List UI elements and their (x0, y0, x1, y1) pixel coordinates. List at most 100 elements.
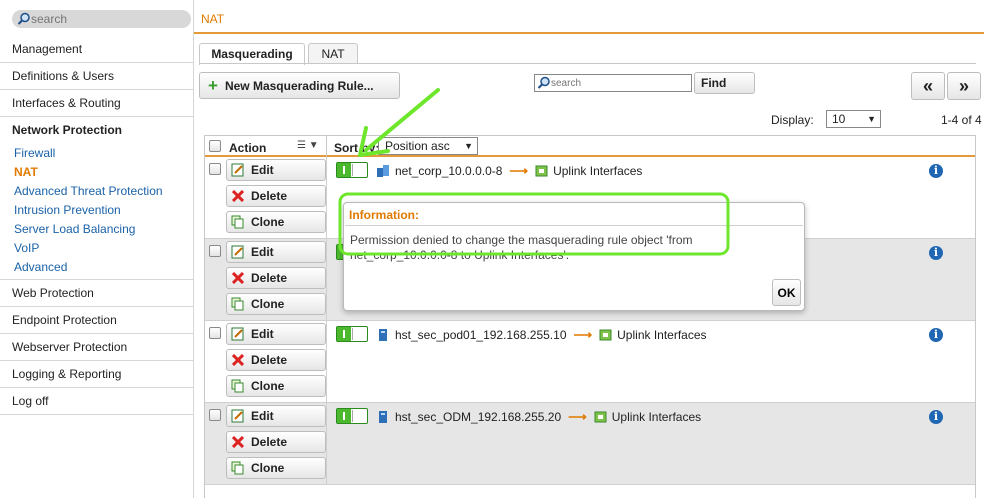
row-checkbox[interactable] (209, 245, 221, 257)
arrow-right-icon: ⟶ (573, 327, 593, 342)
info-icon[interactable]: i (929, 246, 943, 260)
uplink-interfaces-icon (594, 411, 607, 423)
edit-button[interactable]: Edit (226, 323, 326, 345)
rule-interface: Uplink Interfaces (611, 410, 702, 424)
sidebar-subitem-advanced-threat-protection[interactable]: Advanced Threat Protection (0, 182, 194, 201)
arrow-right-icon: ⟶ (568, 409, 587, 424)
clone-button[interactable]: Clone (226, 293, 326, 315)
rule-description: hst_sec_pod01_192.168.255.10 ⟶ Uplink In… (376, 327, 707, 343)
sidebar-item-webserver-protection[interactable]: Webserver Protection (0, 334, 194, 361)
popup-message: Permission denied to change the masquera… (350, 233, 693, 262)
rule-enable-toggle[interactable] (336, 162, 368, 178)
delete-button[interactable]: Delete (226, 349, 326, 371)
row-divider (326, 403, 327, 484)
sidebar-item-logging-reporting[interactable]: Logging & Reporting (0, 361, 194, 388)
edit-button[interactable]: Edit (226, 159, 326, 181)
edit-button[interactable]: Edit (226, 241, 326, 263)
rule-interface: Uplink Interfaces (617, 328, 707, 342)
edit-label: Edit (251, 327, 274, 341)
delete-label: Delete (251, 435, 288, 449)
sidebar-search-input[interactable] (31, 11, 181, 26)
clone-button[interactable]: Clone (226, 211, 326, 233)
rule-network: hst_sec_ODM_192.168.255.20 (395, 410, 562, 424)
rule-search-box[interactable] (534, 74, 692, 92)
delete-label: Delete (251, 271, 288, 285)
table-row: Edit Delete Clone hst_sec_pod01_192.168.… (205, 321, 975, 403)
sidebar-search[interactable] (12, 10, 191, 28)
rule-search-input[interactable] (551, 76, 689, 90)
sidebar-item-definitions-users[interactable]: Definitions & Users (0, 63, 194, 90)
tab-masquerading[interactable]: Masquerading (199, 43, 305, 65)
table-row: Edit Delete Clone hst_sec_ODM_192.168.25… (205, 403, 975, 485)
new-rule-label: New Masquerading Rule... (224, 78, 374, 93)
sidebar-item-network-protection[interactable]: Network Protection (0, 117, 194, 144)
delete-button[interactable]: Delete (226, 185, 326, 207)
clone-button[interactable]: Clone (226, 457, 326, 479)
edit-icon (231, 245, 245, 259)
sidebar: Management Definitions & Users Interface… (0, 0, 194, 498)
action-column-header: Action (229, 141, 267, 155)
delete-icon (231, 271, 245, 285)
delete-icon (231, 435, 245, 449)
sidebar-item-management[interactable]: Management (0, 36, 194, 63)
sidebar-item-endpoint-protection[interactable]: Endpoint Protection (0, 307, 194, 334)
rule-interface: Uplink Interfaces (553, 164, 643, 178)
plus-icon: + (208, 75, 218, 95)
info-icon[interactable]: i (929, 410, 943, 424)
sidebar-subitem-advanced[interactable]: Advanced (0, 258, 194, 277)
new-masquerading-rule-button[interactable]: + New Masquerading Rule... (199, 72, 400, 99)
display-count-value: 10 (832, 112, 846, 126)
delete-button[interactable]: Delete (226, 431, 326, 453)
page-title: NAT (201, 12, 225, 26)
sidebar-item-log-off[interactable]: Log off (0, 388, 194, 415)
popup-title: Information: (349, 208, 419, 222)
row-checkbox[interactable] (209, 163, 221, 175)
rule-enable-toggle[interactable] (336, 326, 368, 342)
next-page-button[interactable]: » (947, 72, 981, 100)
display-count-select[interactable]: 10 ▼ (826, 110, 881, 128)
delete-icon (231, 353, 245, 367)
sidebar-group-network-protection: Network Protection Firewall NAT Advanced… (0, 117, 194, 280)
network-icon (377, 165, 389, 177)
row-divider (326, 157, 327, 238)
ok-button[interactable]: OK (772, 279, 801, 306)
clone-label: Clone (251, 297, 285, 311)
info-icon[interactable]: i (929, 164, 943, 178)
pagination-range: 1-4 of 4 (941, 113, 982, 127)
info-icon[interactable]: i (929, 328, 943, 342)
clone-icon (231, 215, 245, 229)
table-header: Action ☰ ▼ Sort by: Position asc ▼ (205, 135, 975, 157)
sort-order-select[interactable]: Position asc ▼ (378, 137, 478, 155)
caret-down-icon: ▼ (464, 141, 473, 151)
sidebar-item-web-protection[interactable]: Web Protection (0, 280, 194, 307)
header-divider (194, 32, 984, 34)
edit-icon (231, 409, 245, 423)
sidebar-subitem-nat[interactable]: NAT (0, 163, 194, 182)
edit-icon (231, 163, 245, 177)
uplink-interfaces-icon (599, 329, 612, 341)
edit-label: Edit (251, 245, 274, 259)
sidebar-subitem-firewall[interactable]: Firewall (0, 144, 194, 163)
sidebar-subitem-server-load-balancing[interactable]: Server Load Balancing (0, 220, 194, 239)
popup-divider (345, 225, 803, 226)
clone-icon (231, 461, 245, 475)
host-icon (379, 411, 387, 423)
select-all-checkbox[interactable] (209, 140, 221, 152)
host-icon (379, 329, 387, 341)
search-icon (537, 76, 550, 89)
column-menu-icon[interactable]: ☰ ▼ (297, 140, 319, 151)
sidebar-subitem-intrusion-prevention[interactable]: Intrusion Prevention (0, 201, 194, 220)
arrow-right-icon: ⟶ (509, 163, 529, 178)
edit-label: Edit (251, 409, 274, 423)
delete-button[interactable]: Delete (226, 267, 326, 289)
edit-button[interactable]: Edit (226, 405, 326, 427)
row-checkbox[interactable] (209, 409, 221, 421)
tab-nat[interactable]: NAT (308, 43, 358, 64)
sidebar-subitem-voip[interactable]: VoIP (0, 239, 194, 258)
rule-enable-toggle[interactable] (336, 408, 368, 424)
sidebar-item-interfaces-routing[interactable]: Interfaces & Routing (0, 90, 194, 117)
find-button[interactable]: Find (694, 72, 755, 94)
previous-page-button[interactable]: « (911, 72, 945, 100)
clone-button[interactable]: Clone (226, 375, 326, 397)
row-checkbox[interactable] (209, 327, 221, 339)
